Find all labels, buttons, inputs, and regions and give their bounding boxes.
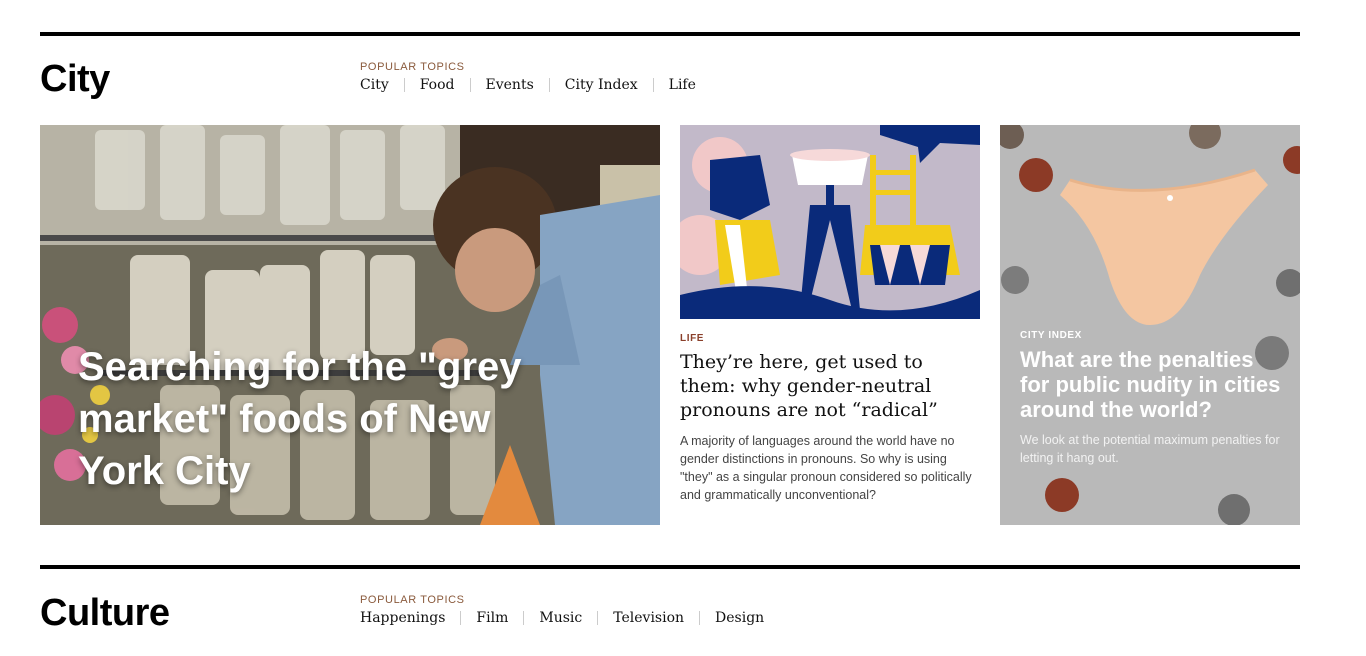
topics-list: City Food Events City Index Life <box>360 77 696 93</box>
topic-link-film[interactable]: Film <box>476 610 508 626</box>
feature-headline[interactable]: Searching for the "grey market" foods of… <box>78 341 538 497</box>
topic-link-television[interactable]: Television <box>613 610 684 626</box>
topic-link-city-index[interactable]: City Index <box>565 77 638 93</box>
topic-separator <box>548 78 550 92</box>
topic-separator <box>699 611 701 625</box>
popular-topics-city: POPULAR TOPICS City Food Events City Ind… <box>360 61 696 93</box>
feature-card-grey-market[interactable]: Searching for the "grey market" foods of… <box>40 125 660 525</box>
chairs-illustration <box>680 125 980 319</box>
topics-list: Happenings Film Music Television Design <box>360 610 764 626</box>
article-headline[interactable]: They’re here, get used to them: why gend… <box>680 350 980 422</box>
topic-separator <box>403 78 405 92</box>
topic-link-design[interactable]: Design <box>715 610 764 626</box>
section-divider-city <box>40 32 1300 36</box>
topic-separator <box>597 611 599 625</box>
topic-separator <box>523 611 525 625</box>
popular-topics-culture: POPULAR TOPICS Happenings Film Music Tel… <box>360 594 764 626</box>
topic-separator <box>652 78 654 92</box>
article-summary: A majority of languages around the world… <box>680 434 972 502</box>
article-card-pronouns[interactable]: LIFE They’re here, get used to them: why… <box>680 125 980 525</box>
popular-topics-label: POPULAR TOPICS <box>360 594 465 606</box>
popular-topics-label: POPULAR TOPICS <box>360 61 465 73</box>
article-card-nudity-penalties[interactable]: CITY INDEX What are the penalties for pu… <box>1000 125 1300 525</box>
topic-link-happenings[interactable]: Happenings <box>360 610 445 626</box>
section-divider-culture <box>40 565 1300 569</box>
section-title-culture[interactable]: Culture <box>40 594 170 632</box>
article-kicker[interactable]: CITY INDEX <box>1020 330 1282 341</box>
article-summary: We look at the potential maximum penalti… <box>1020 433 1280 465</box>
topic-link-food[interactable]: Food <box>420 77 455 93</box>
topic-link-city[interactable]: City <box>360 77 389 93</box>
article-headline[interactable]: What are the penalties for public nudity… <box>1020 347 1282 422</box>
topic-link-events[interactable]: Events <box>486 77 534 93</box>
article-kicker[interactable]: LIFE <box>680 333 980 344</box>
topic-link-music[interactable]: Music <box>539 610 582 626</box>
topic-separator <box>469 78 471 92</box>
topic-separator <box>460 611 462 625</box>
article-text-block: CITY INDEX What are the penalties for pu… <box>1020 330 1282 467</box>
section-title-city[interactable]: City <box>40 60 110 98</box>
topic-link-life[interactable]: Life <box>669 77 696 93</box>
